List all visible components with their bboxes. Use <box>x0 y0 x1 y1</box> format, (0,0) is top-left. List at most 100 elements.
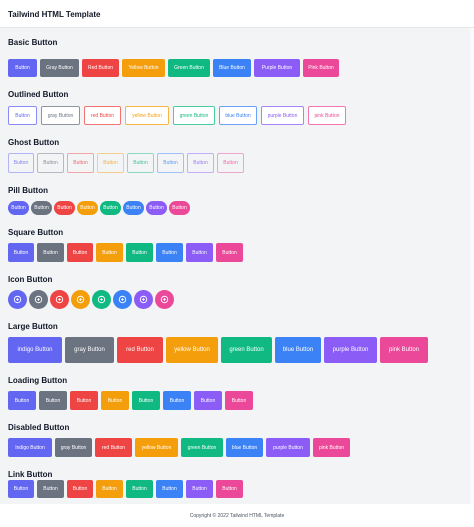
red-ghost-button[interactable]: Button <box>67 153 94 173</box>
pink-disabled-button[interactable]: pink Button <box>313 438 350 457</box>
red-basic-button[interactable]: Red Button <box>82 59 119 77</box>
blue-outlined-button[interactable]: blue Button <box>219 106 257 125</box>
purple-large-button[interactable]: purple Button <box>324 337 377 363</box>
indigo-icon-button[interactable] <box>8 290 27 309</box>
red-pill-button[interactable]: Button <box>54 201 75 215</box>
purple-link-button[interactable]: Button <box>186 480 213 498</box>
yellow-icon-button[interactable] <box>71 290 90 309</box>
gray-basic-button[interactable]: Gray Button <box>40 59 79 77</box>
button-label: Button <box>132 486 147 492</box>
gray-ghost-button[interactable]: Button <box>37 153 64 173</box>
blue-basic-button[interactable]: Blue Button <box>213 59 251 77</box>
button-label: Button <box>132 249 147 256</box>
button-label: Button <box>223 160 238 166</box>
icon-section-title: Icon Button <box>8 275 53 284</box>
pink-basic-button[interactable]: Pink Button <box>303 59 339 77</box>
button-label: Button <box>172 205 187 211</box>
gray-disabled-button[interactable]: gray Button <box>55 438 92 457</box>
red-link-button[interactable]: Button <box>67 480 93 498</box>
header-bar: Tailwind HTML Template <box>0 0 474 28</box>
indigo-basic-button[interactable]: Button <box>8 59 37 77</box>
pink-square-button[interactable]: Button <box>216 243 243 262</box>
purple-basic-button[interactable]: Purple Button <box>254 59 300 77</box>
indigo-pill-button[interactable]: Button <box>8 201 29 215</box>
red-disabled-button[interactable]: red Button <box>95 438 132 457</box>
pink-link-button[interactable]: Button <box>216 480 243 498</box>
button-label: Button <box>76 397 92 404</box>
indigo-outlined-button[interactable]: Button <box>8 106 37 125</box>
yellow-ghost-button[interactable]: Button <box>97 153 124 173</box>
plus-circle-icon <box>118 295 127 304</box>
yellow-pill-button[interactable]: Button <box>77 201 98 215</box>
blue-ghost-button[interactable]: Button <box>157 153 184 173</box>
green-disabled-button[interactable]: green Button <box>181 438 223 457</box>
indigo-disabled-button[interactable]: Indigo Button <box>8 438 52 457</box>
gray-large-button[interactable]: gray Button <box>65 337 114 363</box>
green-square-button[interactable]: Button <box>126 243 153 262</box>
button-label: Button <box>231 397 247 404</box>
green-pill-button[interactable]: Button <box>100 201 121 215</box>
red-large-button[interactable]: red Button <box>117 337 163 363</box>
indigo-large-button[interactable]: indigo Button <box>8 337 62 363</box>
blue-icon-button[interactable] <box>113 290 132 309</box>
purple-square-button[interactable]: Button <box>186 243 213 262</box>
scrollbar[interactable] <box>470 28 474 504</box>
gray-loading-button[interactable]: Button <box>39 391 67 410</box>
yellow-outlined-button[interactable]: yellow Button <box>125 106 169 125</box>
yellow-disabled-button[interactable]: yellow Button <box>135 438 178 457</box>
red-outlined-button[interactable]: red Button <box>84 106 121 125</box>
indigo-loading-button[interactable]: Button <box>8 391 36 410</box>
blue-loading-button[interactable]: Button <box>163 391 191 410</box>
yellow-large-button[interactable]: yellow Button <box>166 337 218 363</box>
button-label: Button <box>45 397 61 404</box>
purple-loading-button[interactable]: Button <box>194 391 222 410</box>
red-square-button[interactable]: Button <box>67 243 93 262</box>
button-label: purple Button <box>273 444 303 451</box>
green-icon-button[interactable] <box>92 290 111 309</box>
purple-ghost-button[interactable]: Button <box>187 153 214 173</box>
purple-icon-button[interactable] <box>134 290 153 309</box>
gray-icon-button[interactable] <box>29 290 48 309</box>
blue-pill-button[interactable]: Button <box>123 201 144 215</box>
gray-pill-button[interactable]: Button <box>31 201 52 215</box>
button-label: Button <box>34 205 49 211</box>
plus-circle-icon <box>76 295 85 304</box>
indigo-ghost-button[interactable]: Button <box>8 153 34 173</box>
indigo-link-button[interactable]: Button <box>8 480 34 498</box>
purple-pill-button[interactable]: Button <box>146 201 167 215</box>
yellow-loading-button[interactable]: Button <box>101 391 129 410</box>
button-label: yellow Button <box>174 347 210 353</box>
button-label: purple Button <box>267 112 298 119</box>
green-ghost-button[interactable]: Button <box>127 153 154 173</box>
button-label: Button <box>169 397 185 404</box>
purple-outlined-button[interactable]: purple Button <box>261 106 304 125</box>
pink-icon-button[interactable] <box>155 290 174 309</box>
purple-disabled-button[interactable]: purple Button <box>266 438 310 457</box>
gray-square-button[interactable]: Button <box>37 243 64 262</box>
green-large-button[interactable]: green Button <box>221 337 272 363</box>
blue-link-button[interactable]: Button <box>156 480 183 498</box>
button-label: blue Button <box>282 347 314 353</box>
gray-outlined-button[interactable]: gray Button <box>41 106 80 125</box>
green-outlined-button[interactable]: green Button <box>173 106 215 125</box>
green-loading-button[interactable]: Button <box>132 391 160 410</box>
red-icon-button[interactable] <box>50 290 69 309</box>
yellow-link-button[interactable]: Button <box>96 480 123 498</box>
blue-large-button[interactable]: blue Button <box>275 337 321 363</box>
pink-ghost-button[interactable]: Button <box>217 153 244 173</box>
green-basic-button[interactable]: Green Button <box>168 59 210 77</box>
yellow-basic-button[interactable]: Yellow Button <box>122 59 165 77</box>
green-link-button[interactable]: Button <box>126 480 153 498</box>
basic-section-title: Basic Button <box>8 38 58 47</box>
pink-pill-button[interactable]: Button <box>169 201 190 215</box>
red-loading-button[interactable]: Button <box>70 391 98 410</box>
yellow-square-button[interactable]: Button <box>96 243 123 262</box>
indigo-square-button[interactable]: Button <box>8 243 34 262</box>
pink-outlined-button[interactable]: pink Button <box>308 106 346 125</box>
pink-large-button[interactable]: pink Button <box>380 337 428 363</box>
blue-square-button[interactable]: Button <box>156 243 183 262</box>
pink-loading-button[interactable]: Button <box>225 391 253 410</box>
gray-link-button[interactable]: Button <box>37 480 64 498</box>
blue-disabled-button[interactable]: blue Button <box>226 438 263 457</box>
button-label: Yellow Button <box>128 65 159 71</box>
